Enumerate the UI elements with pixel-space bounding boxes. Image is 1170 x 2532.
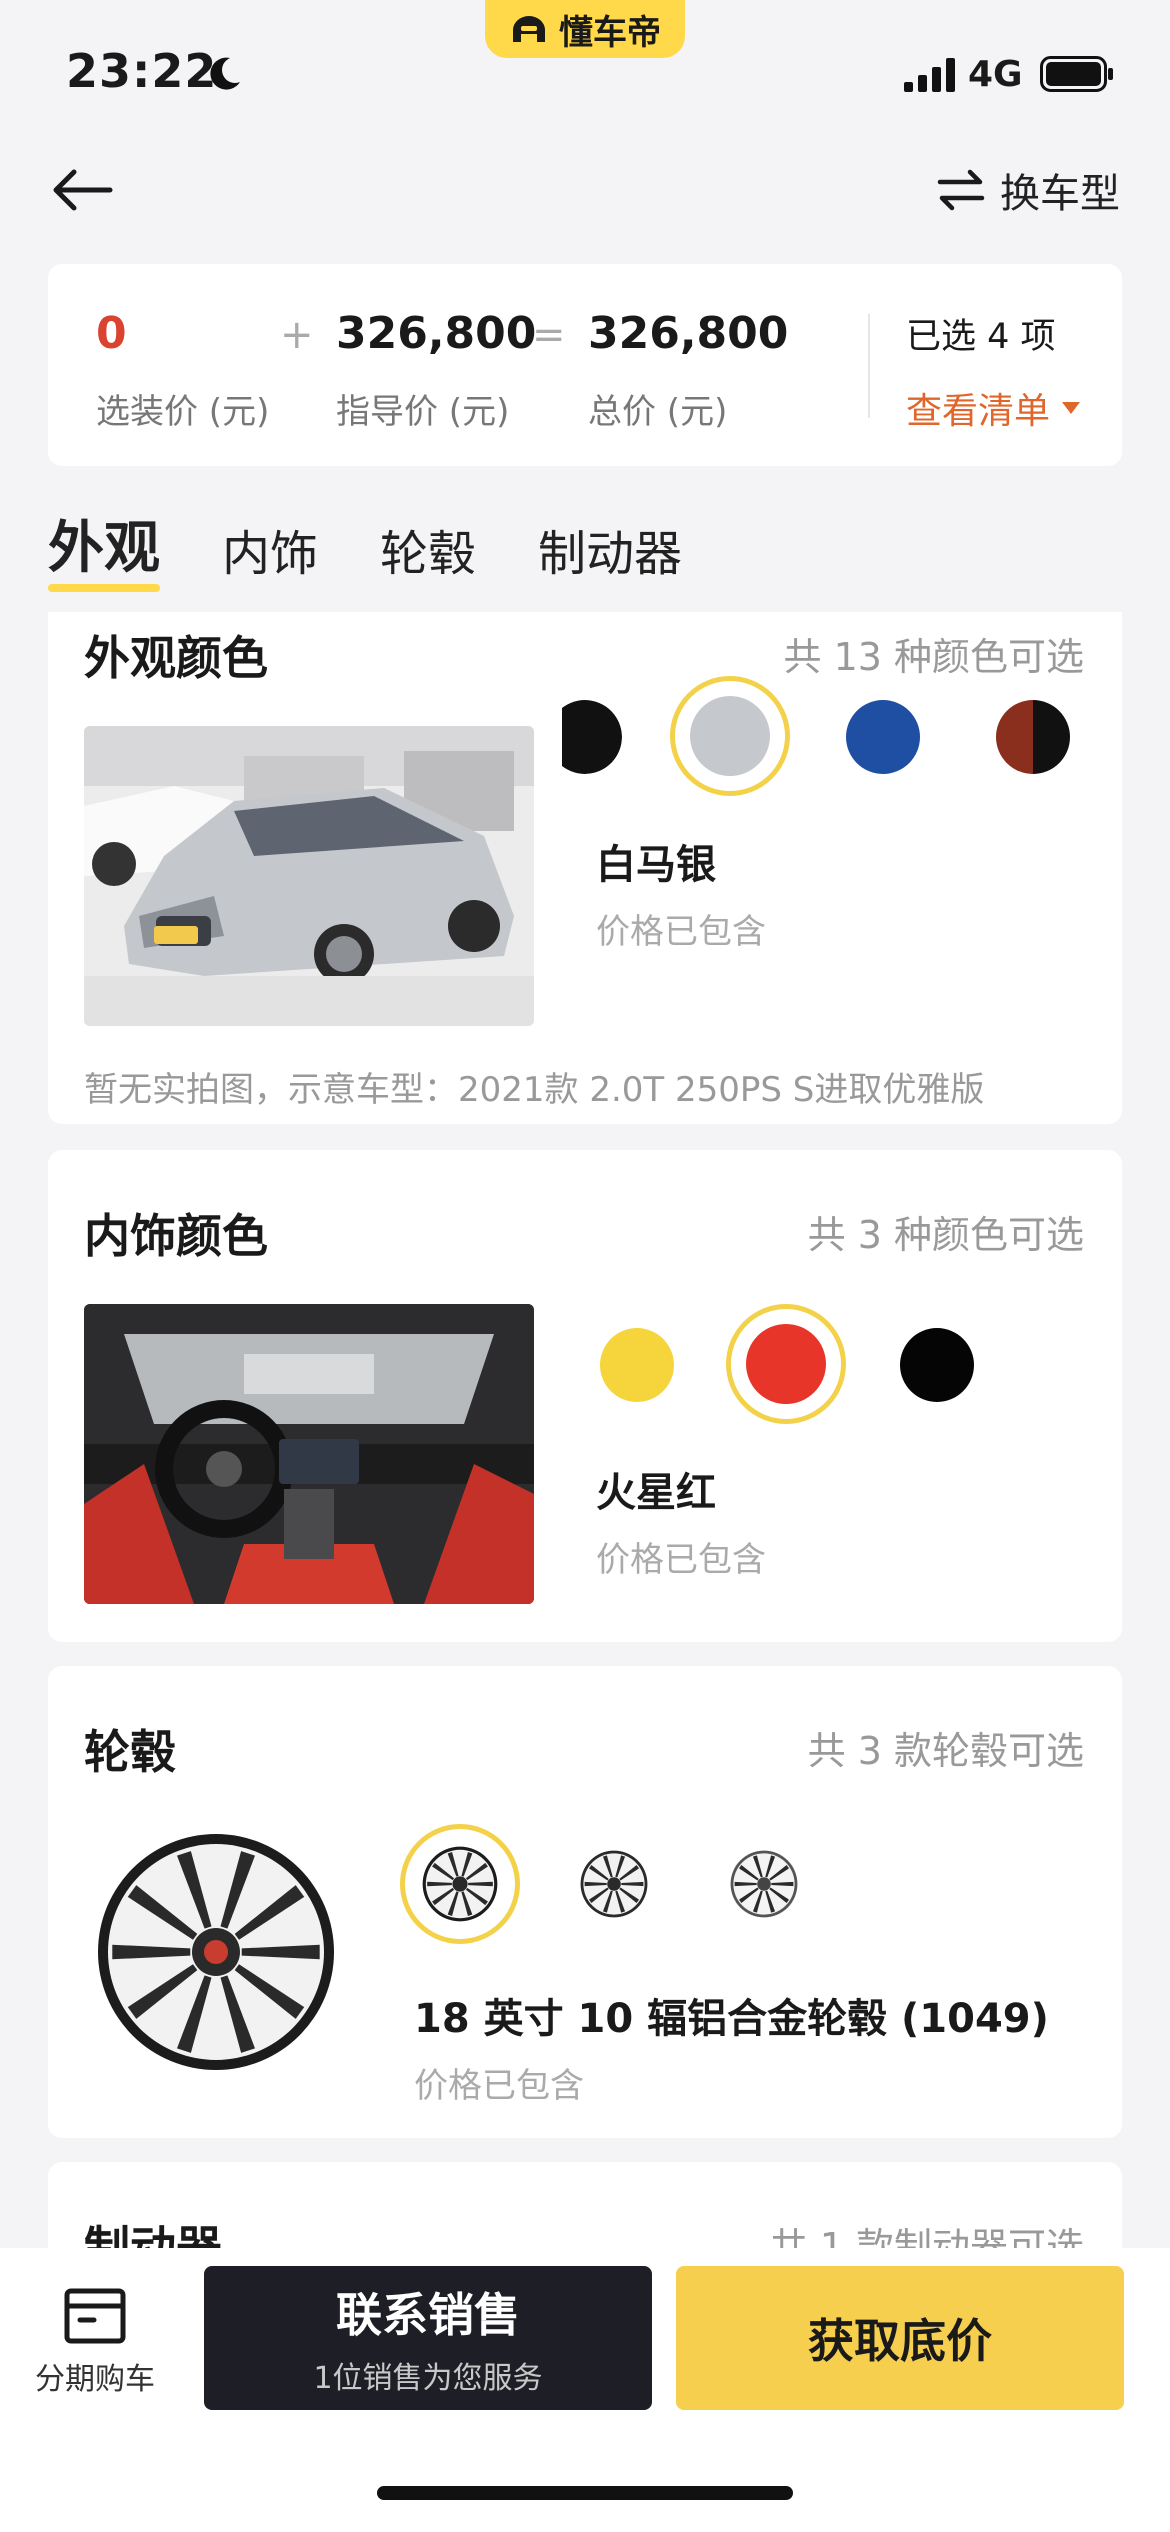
view-list-label: 查看清单 <box>906 391 1051 432</box>
interior-swatch-yellow[interactable] <box>600 1328 674 1402</box>
section-count: 共 3 款轮毂可选 <box>807 1729 1084 1773</box>
status-time: 23:22 <box>66 44 218 98</box>
status-bar: 23:22 懂车帝 4G <box>0 0 1170 140</box>
wheel-large-image <box>98 1834 334 2070</box>
contact-sales-button[interactable]: 联系销售 1位销售为您服务 <box>204 2266 652 2410</box>
view-list-button[interactable]: 查看清单 <box>906 382 1081 434</box>
wheel-option-2[interactable] <box>580 1850 648 1918</box>
interior-swatch-black[interactable] <box>900 1328 974 1402</box>
tab-wheels[interactable]: 轮毂 <box>380 514 476 592</box>
arrow-left-icon <box>53 169 113 211</box>
section-title: 制动器 <box>84 2221 222 2248</box>
brand-name: 懂车帝 <box>559 12 661 53</box>
tab-exterior[interactable]: 外观 <box>48 503 160 592</box>
total-price-label: 总价 (元) <box>588 392 728 432</box>
selected-wheel-name: 18 英寸 10 辐铝合金轮毂 (1049) <box>414 1996 1049 2042</box>
contact-sales-label: 联系销售 <box>336 2288 520 2342</box>
network-type: 4G <box>968 54 1023 95</box>
brand-logo-icon <box>513 16 545 42</box>
wheel-option-3[interactable] <box>730 1850 798 1918</box>
contact-sales-subtitle: 1位销售为您服务 <box>313 2361 543 2396</box>
plus-sign: + <box>280 312 314 358</box>
installment-button[interactable]: 分期购车 <box>30 2288 160 2398</box>
car-interior-image <box>84 1304 534 1604</box>
section-title: 轮毂 <box>84 1725 176 1779</box>
selected-count: 已选 4 项 <box>906 317 1056 357</box>
total-price-value: 326,800 <box>588 308 789 359</box>
msrp-label: 指导价 (元) <box>336 392 510 432</box>
interior-color-section: 内饰颜色 共 3 种颜色可选 火星红 价格已包含 <box>48 1150 1122 1642</box>
back-button[interactable] <box>48 160 120 220</box>
photo-disclaimer: 暂无实拍图，示意车型：2021款 2.0T 250PS S进取优雅版 <box>84 1070 985 1110</box>
home-indicator <box>377 2486 793 2500</box>
equals-sign: = <box>532 312 566 358</box>
exterior-swatch-silver[interactable] <box>690 696 770 776</box>
exterior-swatch-red-black[interactable] <box>996 700 1070 774</box>
tab-brakes[interactable]: 制动器 <box>538 514 682 592</box>
car-exterior-image <box>84 726 534 1026</box>
exterior-photo <box>84 726 534 1026</box>
section-count: 共 1 款制动器可选 <box>769 2225 1084 2248</box>
brake-section: 制动器 共 1 款制动器可选 <box>48 2162 1122 2248</box>
exterior-swatch-blue[interactable] <box>846 700 920 774</box>
selected-wheel-price-note: 价格已包含 <box>414 2066 584 2106</box>
selected-interior-price-note: 价格已包含 <box>596 1540 766 1580</box>
exterior-swatch-black-partial[interactable] <box>562 700 622 774</box>
exterior-color-section: 外观颜色 共 13 种颜色可选 白马银 价格已包含 暂无实拍图，示意车型：202… <box>48 612 1122 1124</box>
switch-model-button[interactable]: 换车型 <box>936 160 1120 220</box>
category-tabs: 外观 内饰 轮毂 制动器 <box>48 512 682 592</box>
option-price-value: 0 <box>96 308 127 359</box>
get-lowest-price-button[interactable]: 获取底价 <box>676 2266 1124 2410</box>
installment-label: 分期购车 <box>35 2362 155 2397</box>
interior-swatch-red[interactable] <box>746 1324 826 1404</box>
selected-exterior-price-note: 价格已包含 <box>596 912 766 952</box>
caret-down-icon <box>1062 402 1081 414</box>
option-price-label: 选装价 (元) <box>96 392 270 432</box>
moon-icon <box>210 57 240 90</box>
price-summary-card: 0 选装价 (元) + 326,800 指导价 (元) = 326,800 总价… <box>48 264 1122 466</box>
selected-interior-name: 火星红 <box>596 1470 716 1516</box>
section-count: 共 3 种颜色可选 <box>807 1213 1084 1257</box>
tab-interior[interactable]: 内饰 <box>222 514 318 592</box>
msrp-value: 326,800 <box>336 308 537 359</box>
options-scroll-area[interactable]: 外观颜色 共 13 种颜色可选 白马银 价格已包含 暂无实拍图，示意车型：202… <box>0 612 1170 2248</box>
divider <box>868 314 870 418</box>
installment-card-icon <box>64 2288 126 2344</box>
section-title: 内饰颜色 <box>84 1209 268 1263</box>
battery-icon <box>1040 56 1113 92</box>
switch-model-label: 换车型 <box>1000 171 1120 217</box>
wheel-option-1[interactable] <box>422 1846 498 1922</box>
selected-exterior-name: 白马银 <box>596 842 716 888</box>
wheel-section: 轮毂 共 3 款轮毂可选 18 英寸 10 辐铝合金轮毂 (1049) 价格已包… <box>48 1666 1122 2138</box>
swap-arrows-icon <box>937 169 985 211</box>
interior-photo <box>84 1304 534 1604</box>
section-title: 外观颜色 <box>84 631 268 685</box>
section-count: 共 13 种颜色可选 <box>783 635 1084 679</box>
app-brand-pill: 懂车帝 <box>485 0 685 58</box>
cellular-signal-icon <box>904 58 955 92</box>
